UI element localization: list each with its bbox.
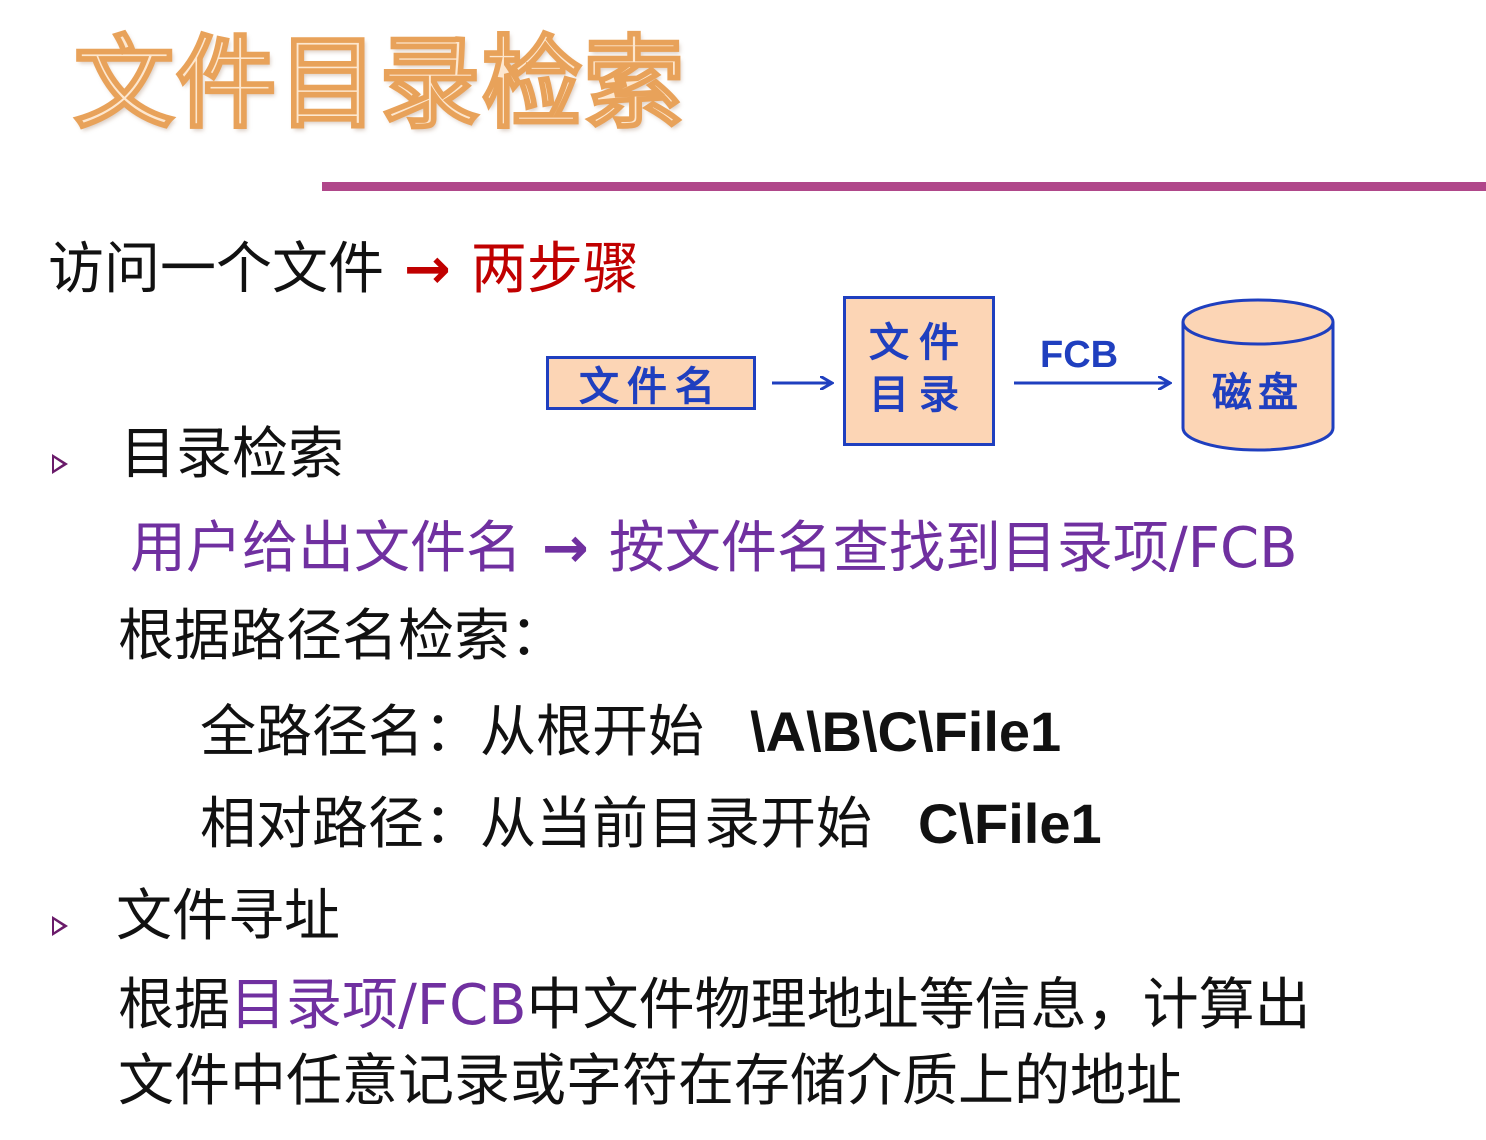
addressing-line1: 根据目录项/FCB中文件物理地址等信息，计算出: [118, 973, 1311, 1038]
full-path-value: \A\B\C\File1: [750, 700, 1062, 763]
relative-path-value: C\File1: [918, 792, 1102, 855]
path-search-line: 根据路径名检索：: [118, 604, 566, 669]
bullet1-heading: 目录检索: [120, 422, 344, 487]
full-path-label: 全路径名：从根开始: [200, 700, 704, 765]
addressing-highlight: 目录项/FCB: [230, 973, 527, 1038]
relative-path-line: 相对路径：从当前目录开始 C\File1: [200, 792, 1102, 857]
lookup-flow-line: 用户给出文件名 → 按文件名查找到目录项/FCB: [130, 516, 1298, 581]
fcb-label: FCB: [1040, 334, 1119, 376]
addressing-suffix: 中文件物理地址等信息，计算出: [526, 973, 1311, 1038]
right-arrow-icon: →: [542, 516, 589, 581]
triangle-bullet-icon: [52, 916, 68, 936]
triangle-bullet-icon: [52, 454, 68, 474]
filename-box: 文件名: [546, 356, 756, 410]
relative-path-label: 相对路径：从当前目录开始: [200, 792, 872, 857]
file-directory-box: 文件 目录: [843, 296, 995, 446]
lookup-flow-part1: 用户给出文件名: [130, 516, 522, 581]
lookup-flow-part2: 按文件名查找到目录项/FCB: [608, 516, 1298, 581]
addressing-prefix: 根据: [118, 973, 230, 1038]
directory-box-line2: 目录: [869, 372, 969, 418]
directory-box-line1: 文件: [869, 320, 969, 366]
full-path-line: 全路径名：从根开始 \A\B\C\File1: [200, 700, 1061, 765]
filename-box-label: 文件名: [579, 364, 723, 410]
addressing-line2: 文件中任意记录或字符在存储介质上的地址: [118, 1049, 1182, 1114]
bullet2-heading: 文件寻址: [116, 884, 340, 949]
disk-label: 磁盘: [1212, 370, 1304, 416]
